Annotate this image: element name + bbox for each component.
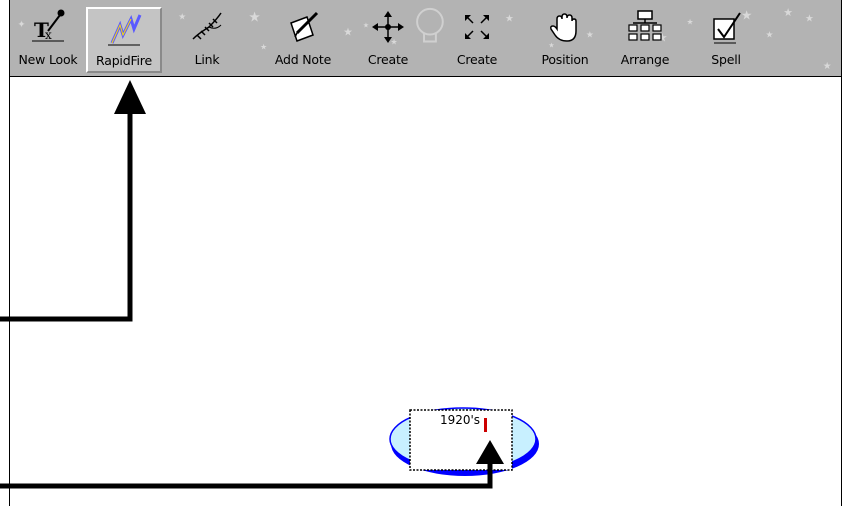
rapidfire-button[interactable]: RapidFire (86, 7, 162, 73)
position-button[interactable]: Position (526, 0, 604, 76)
create-label-2: Create (456, 52, 498, 67)
new-look-button[interactable]: T x New Look (11, 0, 85, 76)
toolbar: ✦ ★ ★ ★ ★ ★ ★ ★ ★ ★ ★ ★ ★ ★ ★ ★ ★ T x Ne… (10, 0, 841, 77)
link-quill-icon (188, 8, 226, 46)
add-note-label: Add Note (274, 52, 332, 67)
note-pencil-icon (284, 8, 322, 46)
add-note-button[interactable]: Add Note (264, 0, 342, 76)
svg-text:★: ★ (823, 61, 832, 72)
svg-text:★: ★ (805, 14, 814, 25)
rapidfire-label: RapidFire (96, 53, 152, 68)
svg-text:★: ★ (343, 26, 353, 39)
svg-text:★: ★ (783, 6, 793, 19)
hierarchy-icon (626, 8, 664, 46)
node-label-text: 1920's (439, 413, 481, 427)
position-label: Position (541, 52, 589, 67)
svg-text:★: ★ (248, 10, 260, 26)
link-label: Link (194, 52, 220, 67)
create-button-2[interactable]: Create (447, 0, 507, 76)
new-look-label: New Look (18, 52, 78, 67)
spell-button[interactable]: Spell (701, 0, 751, 76)
four-arrows-icon (369, 8, 407, 46)
svg-text:★: ★ (766, 31, 774, 41)
tx-pen-icon: T x (29, 8, 67, 46)
link-button[interactable]: Link (178, 0, 236, 76)
lightning-icon (105, 10, 143, 48)
checkbox-check-icon (707, 8, 745, 46)
expand-corners-icon (458, 8, 496, 46)
svg-text:★: ★ (687, 18, 694, 27)
arrange-button[interactable]: Arrange (609, 0, 681, 76)
spell-label: Spell (711, 52, 741, 67)
hand-icon (546, 8, 584, 46)
arrange-label: Arrange (620, 52, 670, 67)
create-button-1[interactable]: Create (358, 0, 418, 76)
create-label-1: Create (367, 52, 409, 67)
